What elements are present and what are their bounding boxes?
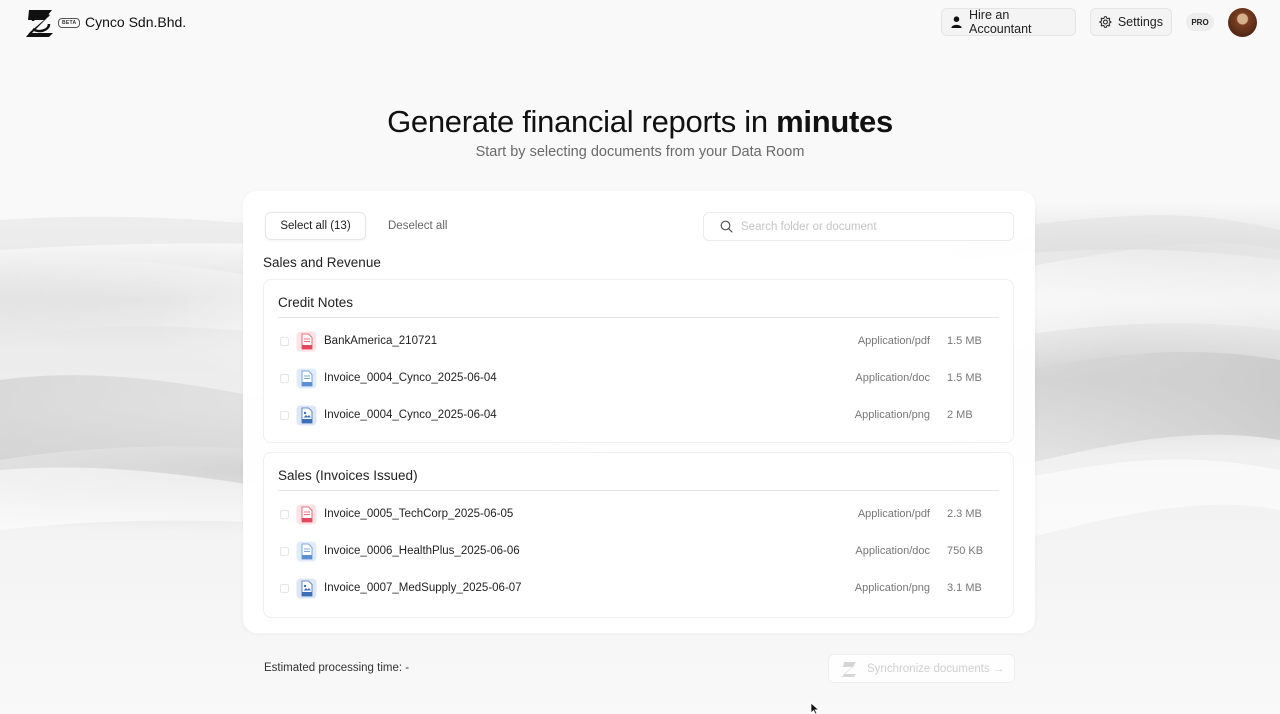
folder-title: Credit Notes [278, 295, 354, 310]
file-checkbox[interactable] [280, 510, 289, 519]
file-row[interactable]: Invoice_0004_Cynco_2025-06-04 Applicatio… [264, 365, 1015, 393]
folder-title: Sales (Invoices Issued) [278, 468, 418, 483]
page-subtitle: Start by selecting documents from your D… [475, 144, 805, 160]
file-name: Invoice_0004_Cynco_2025-06-04 [324, 409, 497, 421]
folder-group-credit-notes: Credit Notes BankAmerica_210721 Applicat… [263, 279, 1014, 443]
synchronize-documents-label: Synchronize documents → [867, 662, 1005, 675]
file-size: 1.5 MB [947, 372, 982, 384]
file-type: Application/doc [855, 372, 930, 384]
hire-accountant-label: Hire an Accountant [968, 8, 1032, 36]
file-row[interactable]: Invoice_0004_Cynco_2025-06-04 Applicatio… [264, 402, 1015, 430]
section-title: Sales and Revenue [263, 255, 381, 270]
file-checkbox[interactable] [280, 337, 289, 346]
file-name: BankAmerica_210721 [324, 335, 438, 347]
folder-group-sales-invoices: Sales (Invoices Issued) Invoice_0005_Tec… [263, 452, 1014, 618]
document-selection-card: Select all (13) Deselect all Sales and R… [243, 191, 1035, 633]
file-name: Invoice_0004_Cynco_2025-06-04 [324, 372, 497, 384]
settings-label: Settings [1117, 15, 1163, 29]
png-file-icon [296, 578, 317, 599]
pro-badge: PRO [1186, 13, 1214, 31]
page-title: Generate financial reports in minutes [0, 104, 1280, 140]
mouse-cursor-icon [810, 703, 820, 714]
divider [278, 490, 999, 491]
file-size: 2.3 MB [947, 508, 982, 520]
file-type: Application/png [854, 582, 930, 594]
file-type: Application/png [854, 409, 930, 421]
title-prefix: Generate financial reports in [387, 104, 777, 139]
file-checkbox[interactable] [280, 374, 289, 383]
file-size: 3.1 MB [947, 582, 982, 594]
file-size: 750 KB [947, 545, 984, 557]
deselect-all-button[interactable]: Deselect all [388, 220, 447, 232]
search-input[interactable] [741, 220, 991, 233]
file-row[interactable]: Invoice_0006_HealthPlus_2025-06-06 Appli… [264, 538, 1015, 566]
file-name: Invoice_0007_MedSupply_2025-06-07 [324, 582, 522, 594]
divider [278, 317, 999, 318]
doc-file-icon [296, 541, 317, 562]
sync-logo-icon [842, 661, 856, 677]
hire-accountant-button[interactable]: Hire an Accountant [941, 8, 1076, 36]
settings-button[interactable]: Settings [1090, 8, 1172, 36]
file-row[interactable]: Invoice_0005_TechCorp_2025-06-05 Applica… [264, 501, 1015, 529]
top-header: BETA Cynco Sdn.Bhd. Hire an Accountant S… [0, 0, 1280, 44]
file-name: Invoice_0005_TechCorp_2025-06-05 [324, 508, 514, 520]
file-row[interactable]: Invoice_0007_MedSupply_2025-06-07 Applic… [264, 575, 1015, 603]
cynco-logo-icon[interactable] [24, 6, 58, 38]
select-all-button[interactable]: Select all (13) [265, 212, 366, 240]
file-type: Application/doc [855, 545, 930, 557]
file-checkbox[interactable] [280, 547, 289, 556]
file-size: 1.5 MB [947, 335, 982, 347]
beta-badge: BETA [58, 18, 81, 28]
pdf-file-icon [296, 331, 317, 352]
title-emphasis: minutes [776, 104, 893, 139]
gear-icon [1099, 16, 1112, 28]
doc-file-icon [296, 368, 317, 389]
png-file-icon [296, 405, 317, 426]
user-avatar[interactable] [1228, 8, 1257, 37]
pdf-file-icon [296, 504, 317, 525]
company-name[interactable]: Cynco Sdn.Bhd. [85, 14, 186, 30]
search-icon [720, 220, 733, 233]
file-row[interactable]: BankAmerica_210721 Application/pdf 1.5 M… [264, 328, 1015, 356]
person-icon [951, 16, 962, 29]
file-name: Invoice_0006_HealthPlus_2025-06-06 [324, 545, 520, 557]
search-box[interactable] [703, 212, 1014, 241]
file-size: 2 MB [947, 409, 973, 421]
file-checkbox[interactable] [280, 584, 289, 593]
synchronize-documents-button[interactable]: Synchronize documents → [828, 654, 1015, 683]
estimated-processing-time: Estimated processing time: - [264, 662, 410, 674]
file-type: Application/pdf [857, 508, 930, 520]
file-checkbox[interactable] [280, 411, 289, 420]
file-type: Application/pdf [857, 335, 930, 347]
